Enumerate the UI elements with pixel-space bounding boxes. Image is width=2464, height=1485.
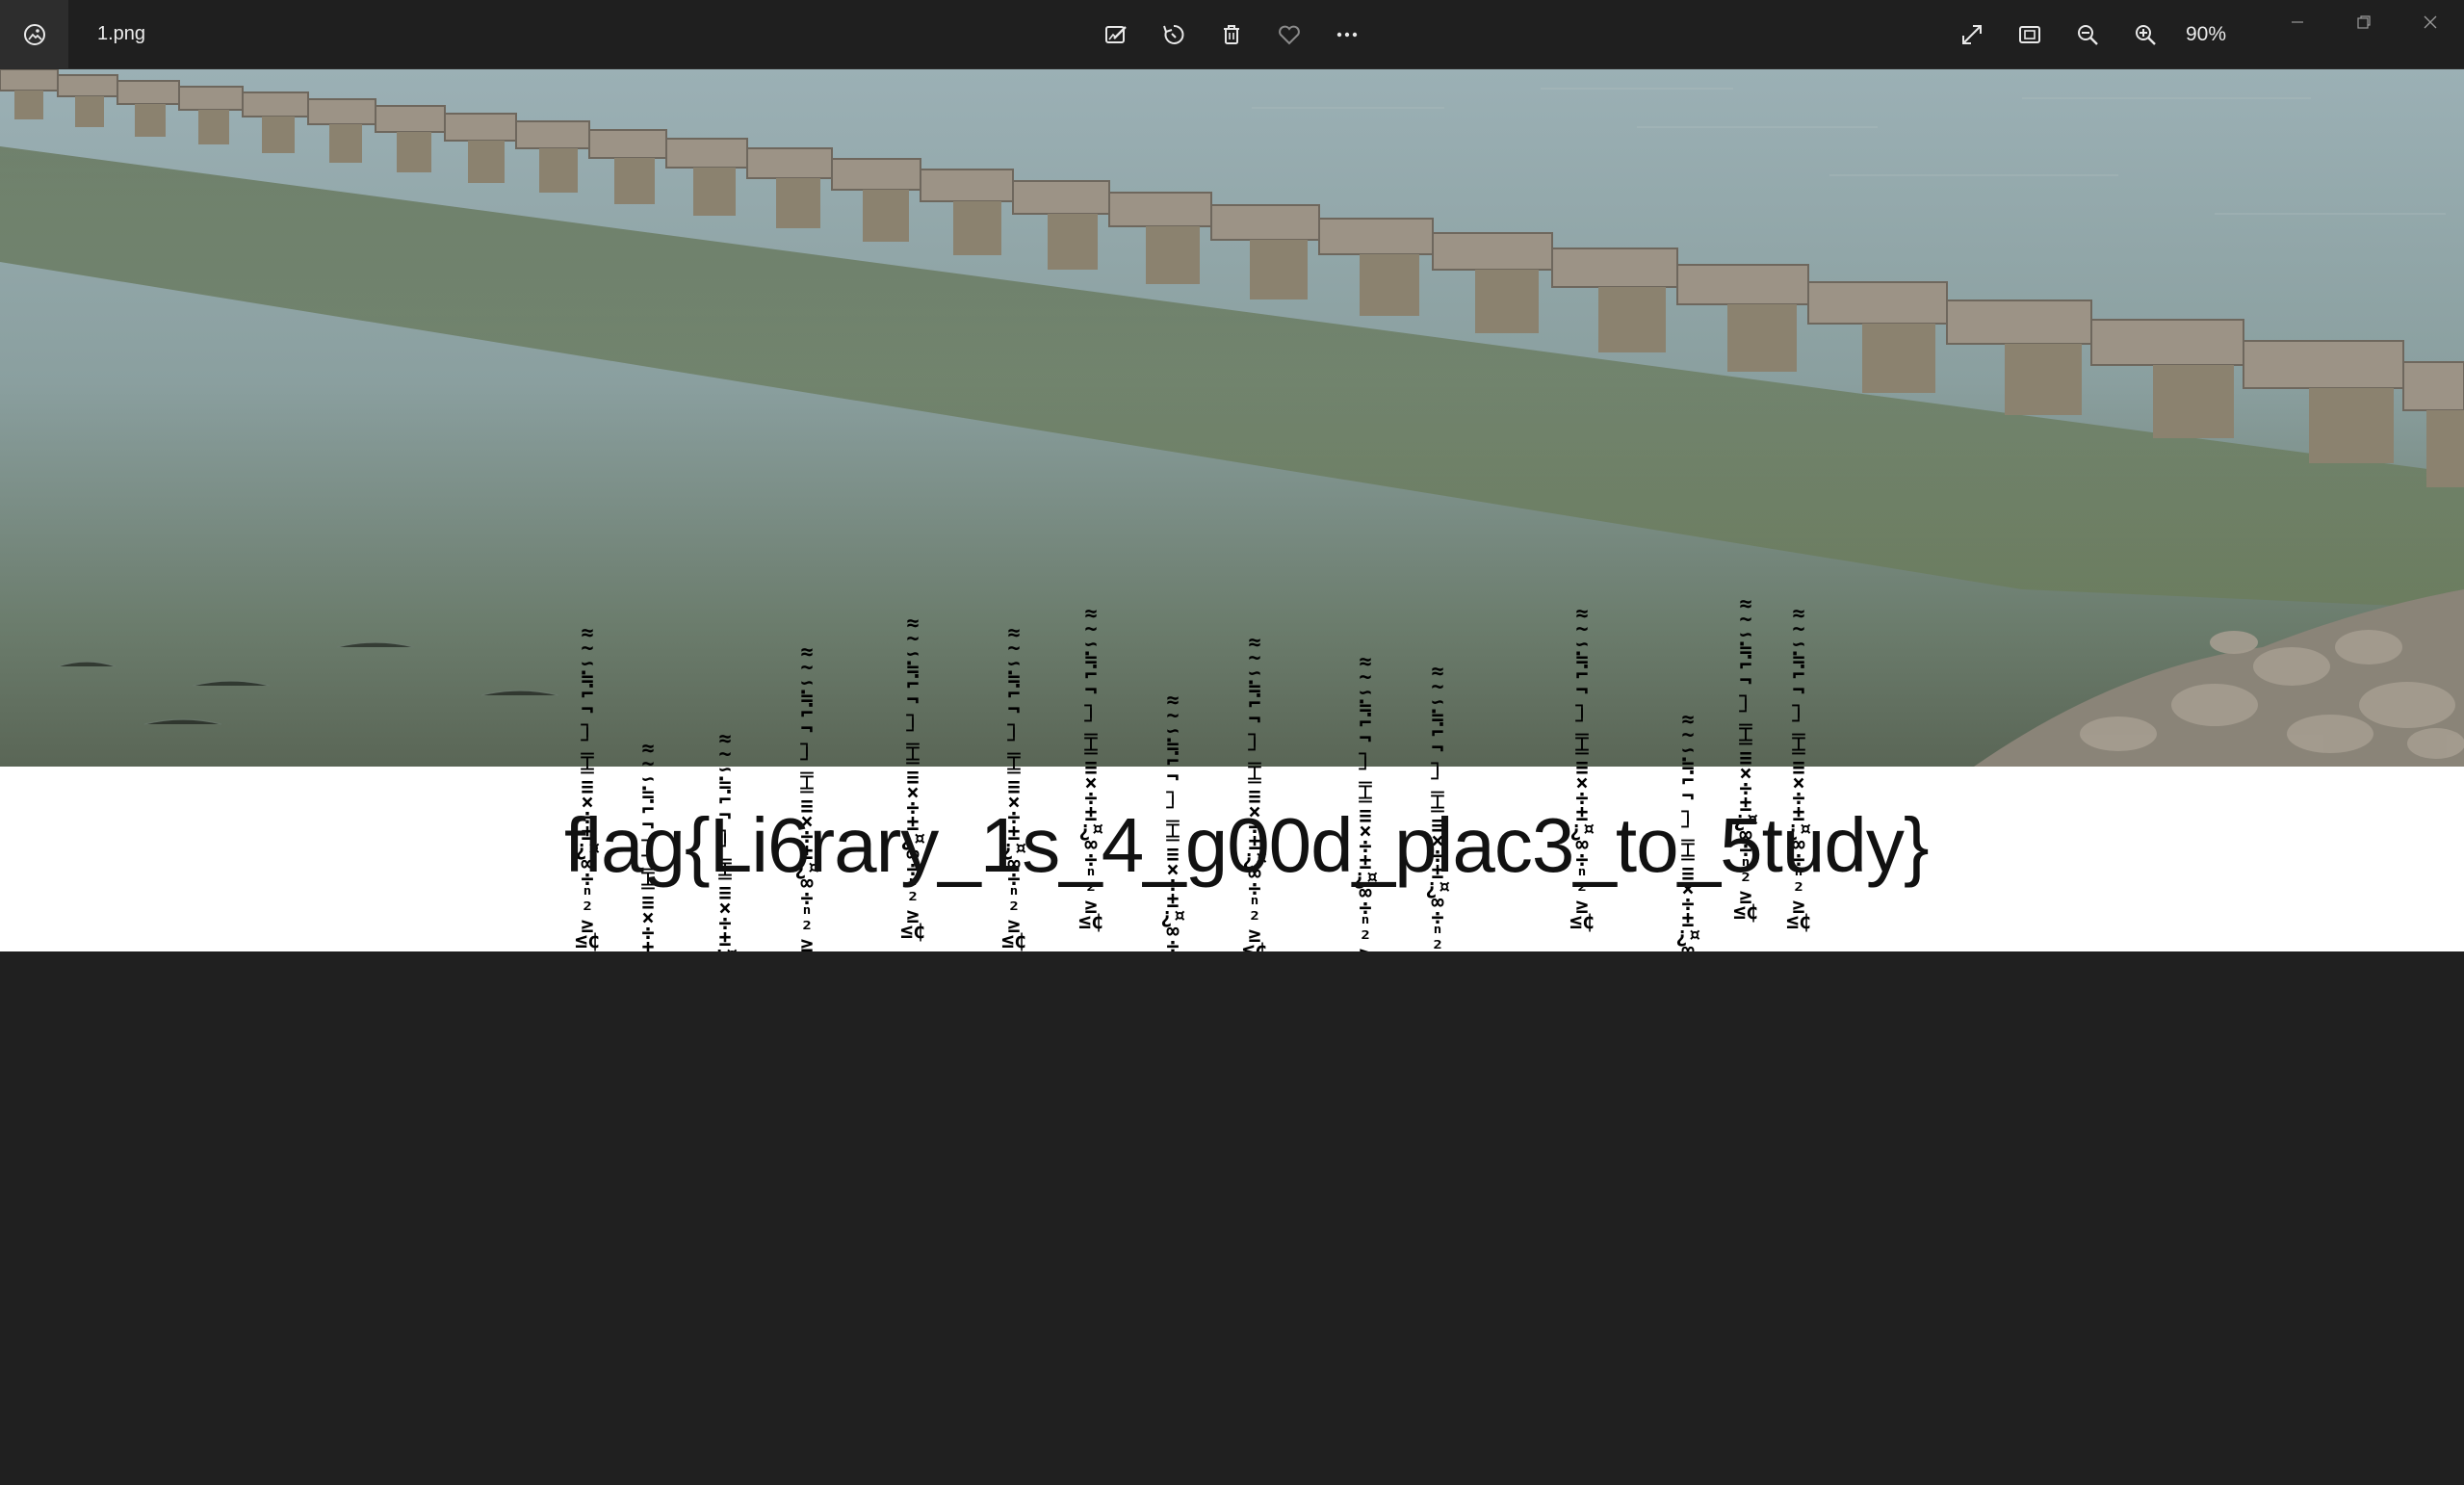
noise-glyph-column: ≈~∽≒⌐¬┐┘╤╧≡×÷±¿¤§°∞÷ⁿ²≥≤¢ — [1078, 607, 1103, 934]
noise-glyph-column: ≈~∽≒⌐¬┐┘╤╧≡×÷±¿¤§°∞÷ⁿ²≥≤¢ — [575, 626, 600, 951]
photos-app-icon[interactable] — [0, 0, 68, 68]
more-icon[interactable] — [1324, 12, 1370, 58]
noise-glyph-column: ≈~∽≒⌐¬┐┘╤╧≡×÷±¿¤§°∞÷ⁿ²≥≤¢ — [794, 645, 819, 951]
file-name: 1.png — [97, 23, 146, 44]
edit-image-icon[interactable] — [1093, 12, 1139, 58]
viewer-background — [0, 951, 2464, 1485]
noise-glyph-column: ≈~∽≒⌐¬┐┘╤╧≡×÷±¿¤§°∞÷ⁿ²≥≤¢ — [1569, 607, 1595, 934]
zoom-out-icon[interactable] — [2064, 12, 2111, 58]
noise-glyph-column: ≈~∽≒⌐¬┐┘╤╧≡×÷±¿¤§°∞÷ⁿ²≥≤¢ — [1242, 636, 1267, 951]
close-icon[interactable] — [2398, 0, 2463, 44]
title-bar: 1.png 90% — [0, 0, 2464, 69]
zoom-in-icon[interactable] — [2122, 12, 2168, 58]
noise-glyph-column: ≈~∽≒⌐¬┐┘╤╧≡×÷±¿¤§°∞÷ⁿ²≥≤¢ — [1733, 597, 1758, 925]
fit-window-icon[interactable] — [2007, 12, 2053, 58]
rotate-icon[interactable] — [1151, 12, 1197, 58]
delete-icon[interactable] — [1208, 12, 1255, 58]
zoom-level[interactable]: 90% — [2186, 0, 2226, 68]
favorite-icon[interactable] — [1266, 12, 1312, 58]
noise-glyph-column: ≈~∽≒⌐¬┐┘╤╧≡×÷±¿¤§°∞÷ⁿ²≥≤¢ — [900, 616, 925, 944]
fullscreen-icon[interactable] — [1949, 12, 1995, 58]
stepping-stones-photo — [0, 69, 2464, 767]
restore-icon[interactable] — [2331, 0, 2397, 44]
noise-glyph-column: ≈~∽≒⌐¬┐┘╤╧≡×÷±¿¤§°∞÷ⁿ²≥≤¢ — [1001, 626, 1026, 951]
minimize-icon[interactable] — [2265, 0, 2330, 44]
flag-overlay-text: flag{Li6rary_1s_4_g00d_plac3_to_5tudy} — [564, 802, 1930, 888]
displayed-photo — [0, 69, 2464, 767]
noise-glyph-column: ≈~∽≒⌐¬┐┘╤╧≡×÷±¿¤§°∞÷ⁿ²≥≤¢ — [1786, 607, 1811, 934]
